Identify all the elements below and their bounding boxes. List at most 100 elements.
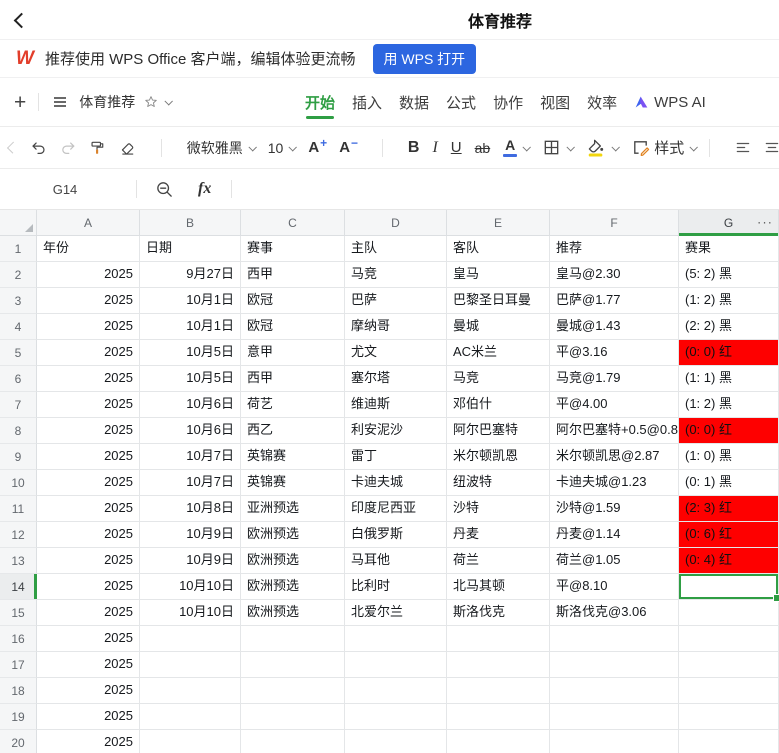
- cell-E7[interactable]: 邓伯什: [447, 392, 550, 418]
- cell-F10[interactable]: 卡迪夫城@1.23: [550, 470, 679, 496]
- cell-D4[interactable]: 摩纳哥: [345, 314, 447, 340]
- cell-C12[interactable]: 欧洲预选: [241, 522, 345, 548]
- cell-C17[interactable]: [241, 652, 345, 678]
- cell-G2[interactable]: (5: 2) 黑: [679, 262, 779, 288]
- row-header-16[interactable]: 16: [0, 626, 37, 652]
- cell-D13[interactable]: 马耳他: [345, 548, 447, 574]
- back-icon[interactable]: [14, 13, 30, 29]
- cell-F20[interactable]: [550, 730, 679, 753]
- cell-A11[interactable]: 2025: [37, 496, 140, 522]
- cell-B10[interactable]: 10月7日: [140, 470, 241, 496]
- cell-style-button[interactable]: 样式: [631, 137, 696, 158]
- cell-G12[interactable]: (0: 6) 红: [679, 522, 779, 548]
- cell-D19[interactable]: [345, 704, 447, 730]
- cell-D7[interactable]: 维迪斯: [345, 392, 447, 418]
- cell-C9[interactable]: 英锦赛: [241, 444, 345, 470]
- row-header-7[interactable]: 7: [0, 392, 37, 418]
- tab-efficiency[interactable]: 效率: [587, 78, 617, 126]
- tab-home[interactable]: 开始: [305, 78, 335, 126]
- cell-C7[interactable]: 荷艺: [241, 392, 345, 418]
- cell-B4[interactable]: 10月1日: [140, 314, 241, 340]
- col-header-F[interactable]: F: [550, 210, 679, 236]
- cell-E11[interactable]: 沙特: [447, 496, 550, 522]
- cell-D3[interactable]: 巴萨: [345, 288, 447, 314]
- cell-E13[interactable]: 荷兰: [447, 548, 550, 574]
- col-header-A[interactable]: A: [37, 210, 140, 236]
- cell-D15[interactable]: 北爱尔兰: [345, 600, 447, 626]
- cell-D5[interactable]: 尤文: [345, 340, 447, 366]
- cell-F19[interactable]: [550, 704, 679, 730]
- cell-F12[interactable]: 丹麦@1.14: [550, 522, 679, 548]
- cell-B15[interactable]: 10月10日: [140, 600, 241, 626]
- cell-B19[interactable]: [140, 704, 241, 730]
- format-painter-icon[interactable]: [89, 138, 106, 158]
- cell-B7[interactable]: 10月6日: [140, 392, 241, 418]
- cell-B6[interactable]: 10月5日: [140, 366, 241, 392]
- row-header-14[interactable]: 14: [0, 574, 37, 600]
- cell-D12[interactable]: 白俄罗斯: [345, 522, 447, 548]
- row-header-12[interactable]: 12: [0, 522, 37, 548]
- cell-F11[interactable]: 沙特@1.59: [550, 496, 679, 522]
- row-header-1[interactable]: 1: [0, 236, 37, 262]
- redo-icon[interactable]: [60, 138, 77, 158]
- cell-C5[interactable]: 意甲: [241, 340, 345, 366]
- undo-icon[interactable]: [30, 138, 47, 158]
- increase-font-button[interactable]: A+: [308, 139, 326, 156]
- cell-B3[interactable]: 10月1日: [140, 288, 241, 314]
- cell-F3[interactable]: 巴萨@1.77: [550, 288, 679, 314]
- col-header-D[interactable]: D: [345, 210, 447, 236]
- open-in-wps-button[interactable]: 用 WPS 打开: [373, 44, 477, 74]
- cell-A15[interactable]: 2025: [37, 600, 140, 626]
- cell-G9[interactable]: (1: 0) 黑: [679, 444, 779, 470]
- cell-F4[interactable]: 曼城@1.43: [550, 314, 679, 340]
- col-header-E[interactable]: E: [447, 210, 550, 236]
- cell-C15[interactable]: 欧洲预选: [241, 600, 345, 626]
- cell-D10[interactable]: 卡迪夫城: [345, 470, 447, 496]
- cell-A8[interactable]: 2025: [37, 418, 140, 444]
- cell-B8[interactable]: 10月6日: [140, 418, 241, 444]
- fill-color-button[interactable]: [586, 138, 618, 158]
- tab-view[interactable]: 视图: [540, 78, 570, 126]
- cell-F1[interactable]: 推荐: [550, 236, 679, 262]
- cell-E16[interactable]: [447, 626, 550, 652]
- cell-A9[interactable]: 2025: [37, 444, 140, 470]
- cell-B14[interactable]: 10月10日: [140, 574, 241, 600]
- cell-F9[interactable]: 米尔顿凯思@2.87: [550, 444, 679, 470]
- font-color-button[interactable]: A: [503, 138, 529, 157]
- cell-E15[interactable]: 斯洛伐克: [447, 600, 550, 626]
- font-family-select[interactable]: 微软雅黑: [187, 138, 255, 158]
- cell-C14[interactable]: 欧洲预选: [241, 574, 345, 600]
- cell-G5[interactable]: (0: 0) 红: [679, 340, 779, 366]
- cell-G16[interactable]: [679, 626, 779, 652]
- cell-D9[interactable]: 雷丁: [345, 444, 447, 470]
- cell-A14[interactable]: 2025: [37, 574, 140, 600]
- cell-A7[interactable]: 2025: [37, 392, 140, 418]
- cell-G6[interactable]: (1: 1) 黑: [679, 366, 779, 392]
- cell-A20[interactable]: 2025: [37, 730, 140, 753]
- cell-C16[interactable]: [241, 626, 345, 652]
- cell-E6[interactable]: 马竞: [447, 366, 550, 392]
- cell-C3[interactable]: 欧冠: [241, 288, 345, 314]
- cell-B11[interactable]: 10月8日: [140, 496, 241, 522]
- cell-G4[interactable]: (2: 2) 黑: [679, 314, 779, 340]
- cell-G11[interactable]: (2: 3) 红: [679, 496, 779, 522]
- row-header-4[interactable]: 4: [0, 314, 37, 340]
- strikethrough-button[interactable]: ab: [475, 140, 491, 156]
- cell-E10[interactable]: 纽波特: [447, 470, 550, 496]
- cell-E8[interactable]: 阿尔巴塞特: [447, 418, 550, 444]
- select-all-corner[interactable]: [0, 210, 37, 236]
- cell-G3[interactable]: (1: 2) 黑: [679, 288, 779, 314]
- cell-F18[interactable]: [550, 678, 679, 704]
- cell-B1[interactable]: 日期: [140, 236, 241, 262]
- decrease-font-button[interactable]: A−: [339, 139, 357, 156]
- cell-F5[interactable]: 平@3.16: [550, 340, 679, 366]
- tab-wps-ai[interactable]: WPS AI: [634, 78, 706, 126]
- cell-G20[interactable]: [679, 730, 779, 753]
- row-header-2[interactable]: 2: [0, 262, 37, 288]
- new-sheet-plus-icon[interactable]: +: [14, 92, 26, 113]
- cell-A18[interactable]: 2025: [37, 678, 140, 704]
- cell-A6[interactable]: 2025: [37, 366, 140, 392]
- cell-C18[interactable]: [241, 678, 345, 704]
- row-header-8[interactable]: 8: [0, 418, 37, 444]
- row-header-18[interactable]: 18: [0, 678, 37, 704]
